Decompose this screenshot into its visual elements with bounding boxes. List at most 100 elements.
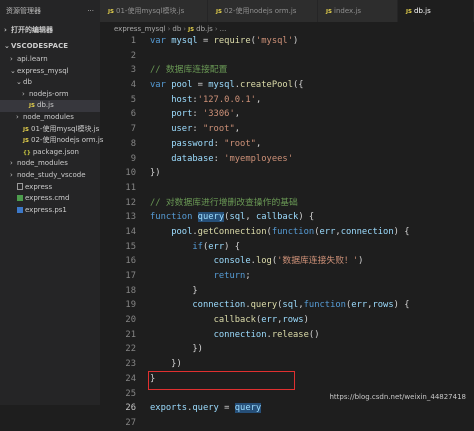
code-editor[interactable]: 1 var mysql = require('mysql') 2 3// 数据库连接配… bbox=[100, 34, 474, 428]
code-text: var pool = mysql.createPool({ bbox=[150, 78, 304, 93]
code-line[interactable]: 12 // 对数据库进行增删改查操作的基础 bbox=[100, 196, 474, 211]
line-number: 21 bbox=[125, 329, 136, 340]
code-token: callback bbox=[213, 315, 256, 326]
tree-item-label: express_mysql bbox=[17, 66, 69, 75]
code-token: = bbox=[197, 36, 214, 46]
code-text: password: "root", bbox=[150, 137, 261, 152]
code-token: ) { bbox=[298, 212, 315, 223]
code-token: mysql bbox=[208, 80, 235, 91]
tree-item-label: express.ps1 bbox=[25, 205, 67, 214]
tab-02-orm[interactable]: JS 02-使用nodejs orm.js bbox=[208, 0, 318, 22]
chevron-right-icon: › bbox=[22, 89, 25, 98]
code-line[interactable]: 19 connection.query(sql,function(err,row… bbox=[100, 298, 474, 313]
tree-item-label: 01-使用mysql模块.js bbox=[31, 124, 100, 133]
code-token: if bbox=[192, 241, 203, 252]
code-token: console bbox=[213, 256, 251, 267]
code-token: connection bbox=[213, 329, 267, 340]
code-token: rows bbox=[372, 300, 394, 311]
open-editors-section[interactable]: › 打开的编辑器 bbox=[0, 22, 100, 38]
tree-item[interactable]: › node_modules bbox=[0, 158, 100, 170]
code-line[interactable]: 4 var pool = mysql.createPool({ bbox=[100, 78, 474, 93]
code-line[interactable]: 7 user: "root", bbox=[100, 122, 474, 137]
code-token: '3306' bbox=[202, 109, 235, 120]
code-line[interactable]: 16 console.log('数据库连接失败！') bbox=[100, 254, 474, 269]
code-line[interactable]: 18 } bbox=[100, 284, 474, 299]
breadcrumb-item[interactable]: express_mysql bbox=[114, 25, 166, 33]
tab-index-js[interactable]: JS index.js bbox=[318, 0, 398, 22]
tree-item-label: package.json bbox=[32, 147, 79, 156]
tree-item[interactable]: › nodejs-orm bbox=[0, 89, 100, 101]
code-text: console.log('数据库连接失败！') bbox=[150, 254, 364, 269]
tree-item[interactable]: › node_study_vscode bbox=[0, 170, 100, 182]
code-line[interactable]: 10}) bbox=[100, 166, 474, 181]
code-line[interactable]: 22 }) bbox=[100, 342, 474, 357]
line-number: 9 bbox=[130, 153, 136, 164]
code-line[interactable]: 6 port: '3306', bbox=[100, 107, 474, 122]
code-line[interactable]: 8 password: "root", bbox=[100, 137, 474, 152]
code-line[interactable]: 1 var mysql = require('mysql') bbox=[100, 34, 474, 49]
powershell-file-icon bbox=[17, 206, 23, 213]
ellipsis-icon[interactable]: ··· bbox=[87, 0, 94, 22]
code-token: user bbox=[171, 124, 193, 135]
line-number: 23 bbox=[125, 359, 136, 370]
code-token: err bbox=[319, 226, 336, 237]
tab-db-js[interactable]: JS db.js bbox=[398, 0, 474, 22]
tree-item[interactable]: › node_modules bbox=[0, 112, 100, 124]
code-token: ) bbox=[303, 315, 309, 326]
code-token: callback bbox=[255, 212, 299, 223]
tree-item[interactable]: express bbox=[0, 182, 100, 194]
code-token: 'mysql' bbox=[255, 36, 294, 46]
code-line[interactable]: 15 if(err) { bbox=[100, 240, 474, 255]
code-line[interactable]: 13 function query(sql, callback) { bbox=[100, 210, 474, 225]
breadcrumb-item[interactable]: db.js bbox=[196, 25, 213, 33]
tree-item[interactable]: ⌄express_mysql bbox=[0, 66, 100, 78]
code-text: host:'127.0.0.1', bbox=[150, 93, 261, 108]
tree-item-label: 02-使用nodejs orm.js bbox=[31, 136, 104, 145]
workspace-section[interactable]: ⌄VSCODESPACE bbox=[0, 38, 100, 54]
code-token: : bbox=[192, 109, 203, 120]
breadcrumb-item[interactable]: ... bbox=[220, 25, 227, 33]
tree-item-label: db bbox=[23, 78, 32, 87]
breadcrumb-item[interactable]: db bbox=[172, 25, 181, 33]
line-number: 14 bbox=[125, 226, 136, 237]
code-token: }) bbox=[150, 359, 182, 370]
tree-item[interactable]: express.ps1 bbox=[0, 205, 100, 217]
code-line[interactable]: 2 bbox=[100, 49, 474, 64]
chevron-right-icon: › bbox=[167, 25, 171, 33]
code-line[interactable]: 27 bbox=[100, 416, 474, 431]
tree-item[interactable]: {} package.json bbox=[0, 147, 100, 159]
code-line[interactable]: 26 exports.query = query bbox=[100, 401, 474, 416]
code-line[interactable]: 14 pool.getConnection(function(err,conne… bbox=[100, 225, 474, 240]
tree-item[interactable]: JS 01-使用mysql模块.js bbox=[0, 124, 100, 136]
line-number: 17 bbox=[125, 271, 136, 281]
tree-item-label: express bbox=[25, 182, 53, 191]
chevron-right-icon: › bbox=[10, 159, 13, 168]
code-line[interactable]: 11 bbox=[100, 181, 474, 196]
code-line[interactable]: 23 }) bbox=[100, 357, 474, 372]
code-line[interactable]: 5 host:'127.0.0.1', bbox=[100, 93, 474, 108]
code-token: : bbox=[192, 124, 203, 135]
line-number: 5 bbox=[130, 94, 136, 105]
code-line[interactable]: 9 database: 'myemployees' bbox=[100, 152, 474, 167]
code-line[interactable]: 20 callback(err,rows) bbox=[100, 313, 474, 328]
code-line[interactable]: 3 // 数据库连接配置 bbox=[100, 63, 474, 78]
tree-item[interactable]: express.cmd bbox=[0, 193, 100, 205]
line-number: 8 bbox=[130, 138, 136, 149]
line-number: 22 bbox=[125, 344, 136, 355]
code-token: var bbox=[150, 36, 172, 46]
tree-item[interactable]: ⌄db bbox=[0, 77, 100, 89]
tree-item[interactable]: JS db.js bbox=[0, 100, 100, 112]
tree-item[interactable]: › api.learn bbox=[0, 54, 100, 66]
code-text: // 对数据库进行增删改查操作的基础 bbox=[150, 196, 298, 211]
tree-item-label: db.js bbox=[37, 101, 54, 110]
code-line[interactable]: 21 connection.release() bbox=[100, 328, 474, 343]
line-number: 11 bbox=[125, 182, 136, 193]
tab-01-mysql[interactable]: JS 01-使用mysql模块.js bbox=[100, 0, 208, 22]
code-text: pool.getConnection(function(err,connecti… bbox=[150, 225, 409, 240]
code-line[interactable]: 17 return; bbox=[100, 269, 474, 284]
tree-item[interactable]: JS 02-使用nodejs orm.js bbox=[0, 135, 104, 147]
code-token: // 对数据库进行增删改查操作的基础 bbox=[150, 197, 298, 208]
